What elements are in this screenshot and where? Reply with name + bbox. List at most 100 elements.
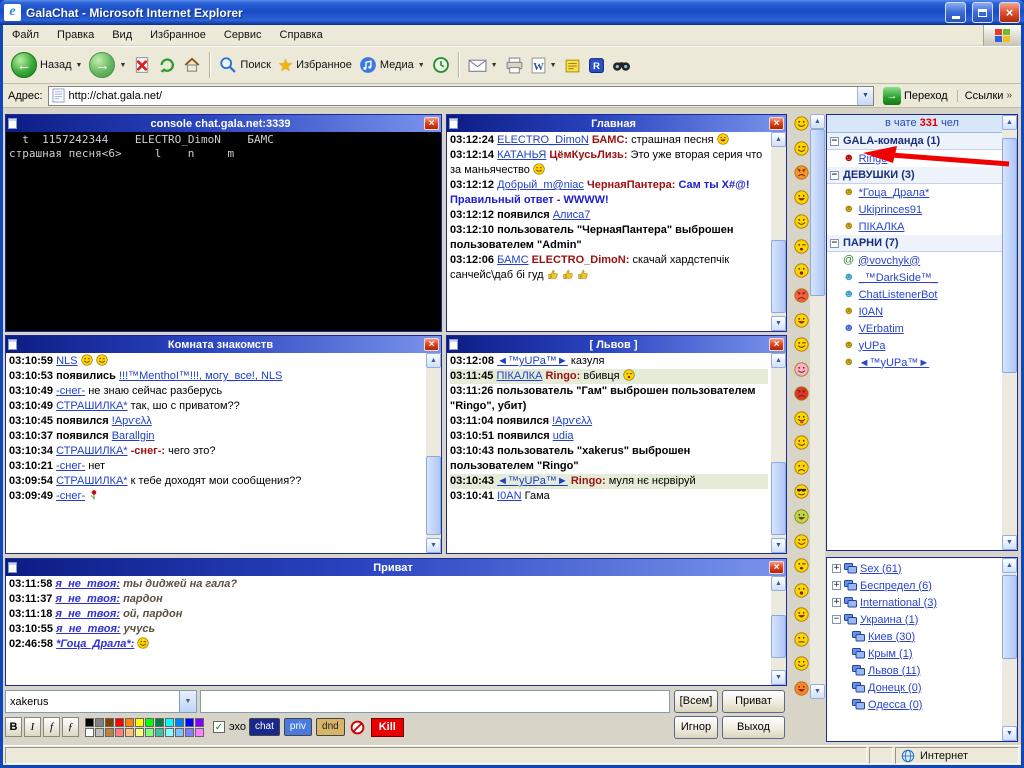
scroll-down-icon[interactable]: ▼ [810,684,825,699]
scroll-thumb[interactable] [1002,575,1017,659]
scroll-up-icon[interactable]: ▲ [1002,115,1017,130]
room-row[interactable]: Одесса (0) [827,696,1002,713]
user-row[interactable]: ☻*Гоца_Драла* [827,184,1002,201]
collapse-icon[interactable]: − [830,239,839,248]
grin-emoticon[interactable] [794,190,809,206]
scroll-down-icon[interactable]: ▼ [1002,535,1017,550]
collapse-icon[interactable]: − [830,137,839,146]
color-swatch[interactable] [125,728,134,737]
scroll-down-icon[interactable]: ▼ [771,316,786,331]
surprise-emoticon[interactable] [794,263,809,279]
stop-button[interactable] [130,54,154,76]
grin-emoticon[interactable] [794,313,809,329]
close-icon[interactable]: × [769,117,784,130]
bold-button[interactable]: B [5,717,22,737]
user-row[interactable]: ☻ПІКАЛКА [827,218,1002,235]
print-button[interactable] [502,55,527,76]
color-swatch[interactable] [135,728,144,737]
scroll-down-icon[interactable]: ▼ [1002,726,1017,741]
angry-emoticon[interactable] [794,288,809,304]
collapse-icon[interactable]: − [832,615,841,624]
grin-emoticon[interactable] [794,509,809,525]
color-swatch[interactable] [195,718,204,727]
roboform-button[interactable]: R [585,55,608,76]
console-panel-header[interactable]: console chat.gala.net:3339 × [6,115,441,132]
room-row[interactable]: Киев (30) [827,628,1002,645]
color-swatch[interactable] [195,728,204,737]
username-link[interactable]: NLS [56,355,77,367]
sad-emoticon[interactable] [794,460,809,476]
smile-emoticon[interactable] [794,362,809,378]
scrollbar[interactable]: ▲▼ [810,114,825,699]
scrollbar[interactable]: ▲▼ [426,353,441,553]
room-link[interactable]: Львов (11) [868,665,920,677]
toggle-priv-button[interactable]: priv [284,718,312,736]
echo-checkbox[interactable]: ✓ [213,721,225,733]
collapse-icon[interactable]: − [830,171,839,180]
user-row[interactable]: ☻I0AN [827,303,1002,320]
edit-dropdown-icon[interactable]: ▼ [550,62,557,69]
room-row[interactable]: − Украина (1) [827,611,1002,628]
angry-emoticon[interactable] [794,165,809,181]
back-button[interactable]: ← Назад ▼ [8,50,85,80]
username-link[interactable]: ChatListenerBot [859,289,938,301]
username-link[interactable]: СТРАШИЛКА* [56,475,127,487]
address-input[interactable]: http://chat.gala.net/ ▼ [48,86,874,106]
room-row[interactable]: +Sex (61) [827,560,1002,577]
scrollbar[interactable]: ▲▼ [771,576,786,685]
forward-button[interactable]: → ▼ [86,50,129,80]
close-icon[interactable]: × [424,117,439,130]
room-row[interactable]: +International (3) [827,594,1002,611]
username-link[interactable]: Ringo [859,153,888,165]
smile-emoticon[interactable] [794,116,809,132]
username-link[interactable]: Barallgin [112,430,155,442]
menu-item[interactable]: Файл [3,25,48,46]
media-dropdown-icon[interactable]: ▼ [418,62,425,69]
room-row[interactable]: Донецк (0) [827,679,1002,696]
grin-emoticon[interactable] [794,681,809,697]
wink-emoticon[interactable] [794,534,809,550]
color-swatch[interactable] [85,718,94,727]
scroll-up-icon[interactable]: ▲ [810,114,825,129]
recipient-combobox[interactable]: xakerus ▼ [5,690,197,713]
toggle-dnd-button[interactable]: dnd [316,718,345,736]
user-row[interactable]: ☻VErbatim [827,320,1002,337]
forward-dropdown-icon[interactable]: ▼ [119,62,126,69]
maximize-button[interactable] [972,2,993,23]
color-swatch[interactable] [175,728,184,737]
username-link[interactable]: ПІКАЛКА [859,221,905,233]
color-swatch[interactable] [95,728,104,737]
color-swatch[interactable] [185,728,194,737]
username-link[interactable]: ПІКАЛКА [497,370,543,382]
room-link[interactable]: International (3) [860,597,937,609]
mail-button[interactable]: ▼ [465,56,501,75]
close-icon[interactable]: × [769,338,784,351]
color-swatch[interactable] [145,728,154,737]
search-button[interactable]: Поиск [216,54,273,76]
user-row[interactable]: ☻ChatListenerBot [827,286,1002,303]
color-swatch[interactable] [105,728,114,737]
edit-with-word-button[interactable]: W ▼ [528,55,560,76]
username-link[interactable]: ◄™yUPa™► [859,357,930,369]
username-link[interactable]: udia [553,430,574,442]
glavnaya-panel-header[interactable]: Главная × [447,115,786,132]
room-link[interactable]: Украина (1) [860,614,918,626]
kiss-emoticon[interactable] [794,558,809,574]
scroll-thumb[interactable] [1002,138,1017,373]
menu-item[interactable]: Вид [103,25,141,46]
username-link[interactable]: ◄™yUPa™► [497,475,568,487]
font-button[interactable]: f [43,717,60,737]
tongue-emoticon[interactable] [794,411,809,427]
scroll-up-icon[interactable]: ▲ [771,132,786,147]
scroll-up-icon[interactable]: ▲ [1002,558,1017,573]
address-dropdown-icon[interactable]: ▼ [857,87,873,105]
color-swatch[interactable] [115,718,124,727]
notes-button[interactable] [561,55,584,76]
username-link[interactable]: yUPa [859,340,886,352]
scrollbar[interactable]: ▲▼ [771,132,786,331]
user-group-header[interactable]: −ПАРНИ (7) [827,235,1002,252]
user-row[interactable]: ☻Ukiprinces91 [827,201,1002,218]
username-link[interactable]: БАМС [497,254,528,266]
privat-panel-header[interactable]: Приват × [6,559,786,576]
room-link[interactable]: Киев (30) [868,631,915,643]
